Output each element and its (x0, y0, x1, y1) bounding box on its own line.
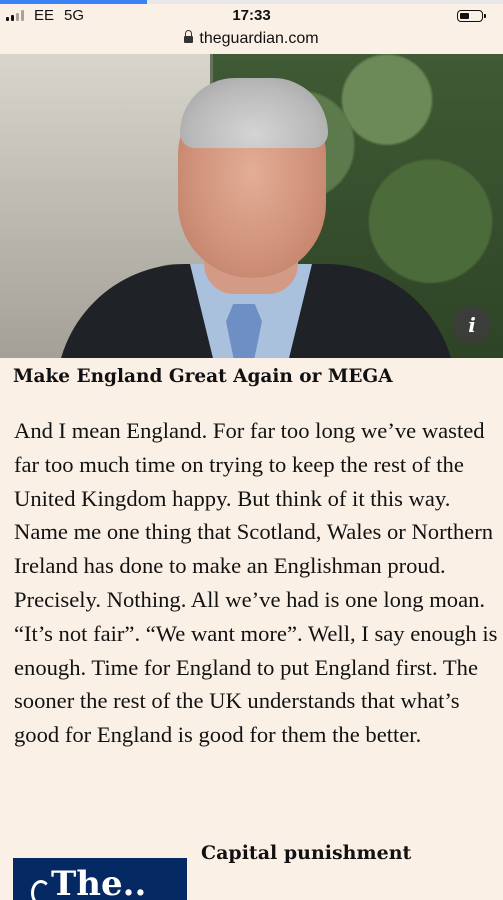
status-bar: EE 5G 17:33 (0, 4, 503, 26)
clock: 17:33 (232, 7, 271, 24)
url-text: theguardian.com (199, 30, 319, 47)
guardian-logo-text: The.. (51, 864, 147, 900)
lock-icon (184, 30, 194, 44)
battery-icon (457, 10, 486, 22)
related-article-thumbnail[interactable]: The.. (13, 858, 187, 900)
portrait-figure (56, 64, 456, 358)
article-subheading: Make England Great Again or MEGA (13, 366, 393, 387)
article-photo (0, 54, 503, 358)
address-bar[interactable]: theguardian.com (0, 26, 503, 54)
image-info-button[interactable]: i (453, 306, 491, 344)
article-paragraph: And I mean England. For far too long we’… (14, 418, 498, 748)
related-article-title[interactable]: Capital punishment (201, 842, 411, 864)
guardian-logo-fragment-icon (31, 880, 51, 900)
